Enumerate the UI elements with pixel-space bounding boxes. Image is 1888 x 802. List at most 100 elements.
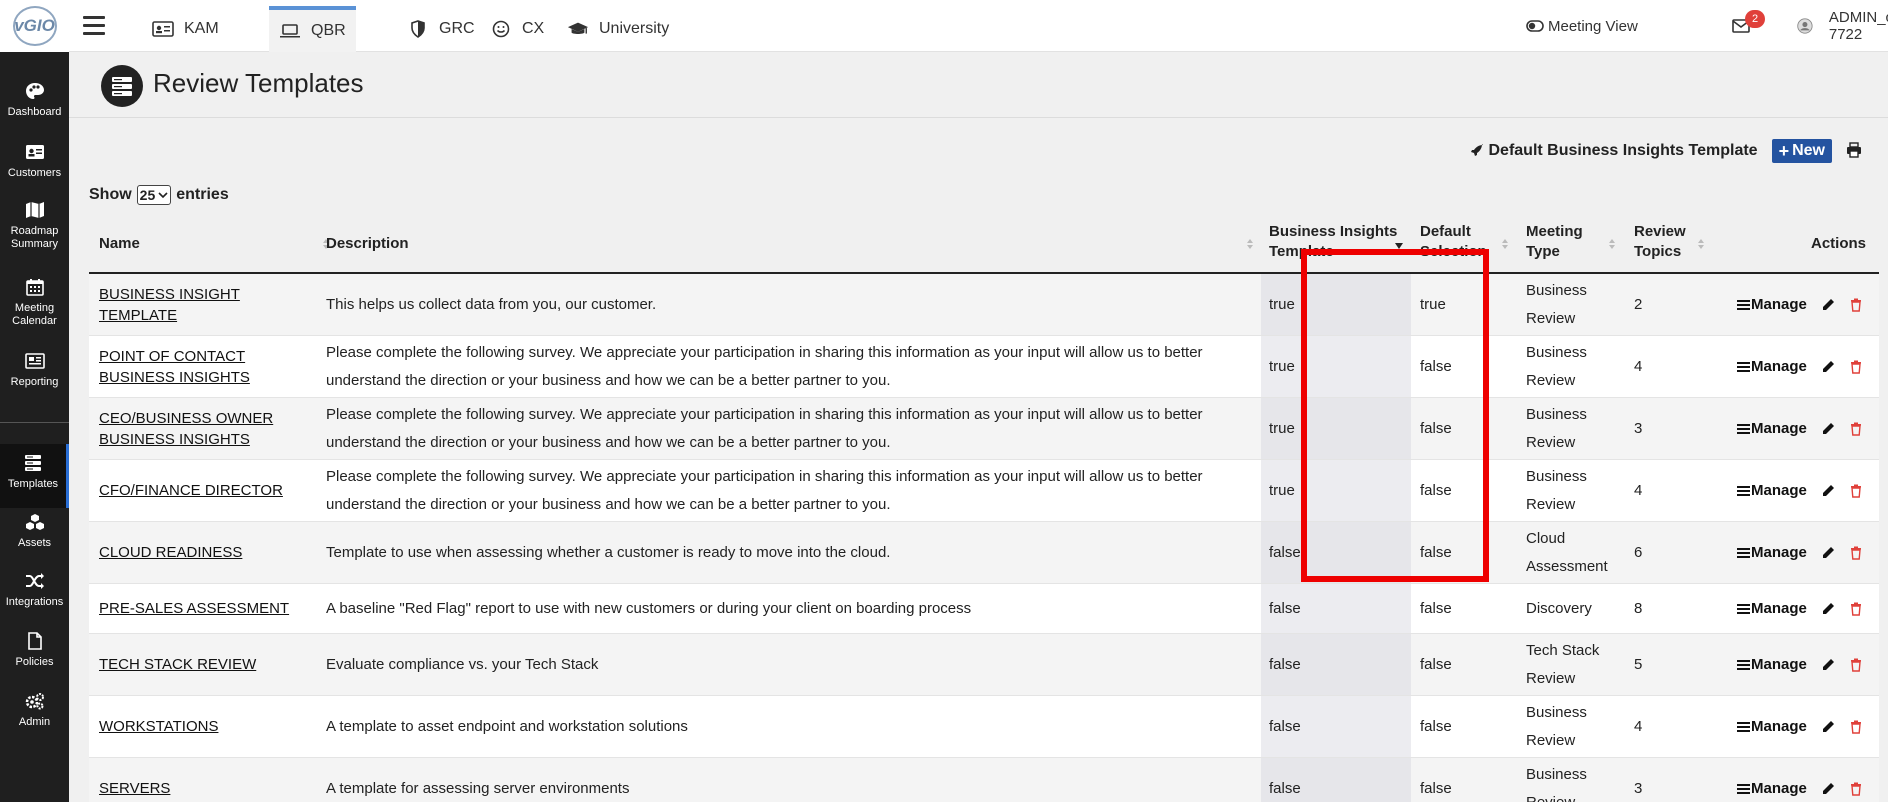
trash-icon[interactable] [1849,602,1863,616]
header-line: Selection [1420,243,1487,260]
new-template-button[interactable]: + New [1771,139,1832,163]
sidebar-item-admin[interactable]: Admin [0,692,69,729]
col-header-business-insights[interactable]: Business Insights Template [1269,222,1398,262]
pencil-icon[interactable] [1821,484,1835,498]
col-header-description[interactable]: Description [326,234,409,254]
pencil-icon[interactable] [1821,546,1835,560]
table-body: BUSINESS INSIGHT TEMPLATE This helps us c… [89,274,1879,802]
sort-desc-icon[interactable] [1395,238,1403,250]
cell-business-insights: true [1261,274,1411,335]
description-text: A baseline "Red Flag" report to use with… [326,599,972,617]
page-title: Review Templates [153,68,364,98]
template-name-link[interactable]: SERVERS [99,778,170,799]
table-row: POINT OF CONTACT BUSINESS INSIGHTS Please… [89,336,1879,398]
trash-icon[interactable] [1849,720,1863,734]
cell-name: CLOUD READINESS [99,522,309,583]
sidebar-item-integrations[interactable]: Integrations [0,572,69,609]
hamburger-menu-icon[interactable] [83,16,105,35]
user-menu[interactable]: ADMIN_cw 7722 [1797,0,1888,52]
template-name-link[interactable]: TECH STACK REVIEW [99,654,256,675]
cell-description: Please complete the following survey. We… [326,398,1226,459]
sidebar-item-customers[interactable]: Customers [0,143,69,180]
template-name-link[interactable]: POINT OF CONTACT BUSINESS INSIGHTS [99,346,309,388]
manage-button[interactable]: Manage [1737,477,1807,505]
trash-icon[interactable] [1849,658,1863,672]
sidebar-item-roadmap-summary[interactable]: Roadmap Summary [0,201,69,251]
manage-button[interactable]: Manage [1737,713,1807,741]
sidebar-item-reporting[interactable]: Reporting [0,352,69,389]
manage-button[interactable]: Manage [1737,595,1807,623]
default-template-link[interactable]: Default Business Insights Template [1470,142,1758,160]
sidebar-item-policies[interactable]: Policies [0,632,69,669]
manage-button[interactable]: Manage [1737,775,1807,802]
tab-cx[interactable]: CX [480,6,554,52]
trash-icon[interactable] [1849,546,1863,560]
pencil-icon[interactable] [1821,658,1835,672]
tab-grc[interactable]: GRC [397,6,485,52]
table-row: BUSINESS INSIGHT TEMPLATE This helps us c… [89,274,1879,336]
pencil-icon[interactable] [1821,602,1835,616]
manage-label: Manage [1751,357,1807,375]
table-row: SERVERS A template for assessing server e… [89,758,1879,802]
pencil-icon[interactable] [1821,720,1835,734]
cell-actions: Manage [1737,336,1877,397]
sort-icon[interactable] [1246,238,1254,250]
print-button[interactable] [1846,142,1864,160]
tab-university[interactable]: University [557,6,679,52]
manage-button[interactable]: Manage [1737,651,1807,679]
manage-button[interactable]: Manage [1737,353,1807,381]
manage-button[interactable]: Manage [1737,415,1807,443]
pencil-icon[interactable] [1821,360,1835,374]
manage-label: Manage [1751,717,1807,735]
cell-description: A template for assessing server environm… [326,758,1226,802]
template-name-link[interactable]: CEO/BUSINESS OWNER BUSINESS INSIGHTS [99,408,309,450]
template-name-link[interactable]: CLOUD READINESS [99,542,242,563]
manage-button[interactable]: Manage [1737,291,1807,319]
tab-qbr[interactable]: QBR [269,6,356,52]
pencil-icon[interactable] [1821,782,1835,796]
trash-icon[interactable] [1849,298,1863,312]
cell-actions: Manage [1737,584,1877,633]
meeting-view-toggle[interactable]: Meeting View [1526,0,1638,52]
sidebar-item-templates[interactable]: Templates [0,444,69,508]
cell-default-selection: false [1420,481,1452,499]
cell-review-topics: 8 [1634,599,1643,617]
sort-icon[interactable] [1608,238,1616,250]
bars-icon [1737,485,1750,496]
sidebar-item-dashboard[interactable]: Dashboard [0,82,69,119]
tab-kam[interactable]: KAM [142,6,229,52]
cell-actions: Manage [1737,460,1877,521]
templates-table: Name Description Business Insights Templ… [89,200,1879,802]
trash-icon[interactable] [1849,360,1863,374]
col-header-default-selection[interactable]: Default Selection [1420,222,1487,262]
cell-name: POINT OF CONTACT BUSINESS INSIGHTS [99,336,309,397]
sidebar-item-meeting-calendar[interactable]: Meeting Calendar [0,278,69,328]
description-text: Please complete the following survey. We… [326,467,1203,513]
sort-icon[interactable] [1501,238,1509,250]
app-logo[interactable]: vGIO [0,0,69,52]
pencil-icon[interactable] [1821,298,1835,312]
trash-icon[interactable] [1849,782,1863,796]
cell-name: PRE-SALES ASSESSMENT [99,584,309,633]
sort-icon[interactable] [1697,238,1705,250]
col-header-name[interactable]: Name [99,234,140,254]
sidebar-label: Reporting [10,376,59,388]
template-name-link[interactable]: BUSINESS INSIGHT TEMPLATE [99,284,309,326]
template-name-link[interactable]: PRE-SALES ASSESSMENT [99,598,289,619]
trash-icon[interactable] [1849,422,1863,436]
template-name-link[interactable]: CFO/FINANCE DIRECTOR [99,480,283,501]
cell-actions: Manage [1737,398,1877,459]
cell-default-selection: false [1420,599,1452,617]
col-header-review-topics[interactable]: Review Topics [1634,222,1686,262]
header-line: Review [1634,223,1686,240]
col-header-meeting-type[interactable]: Meeting Type [1526,222,1583,262]
template-name-link[interactable]: WORKSTATIONS [99,716,218,737]
cell-meeting-type: Cloud Assessment [1526,529,1608,575]
manage-label: Manage [1751,295,1807,313]
sidebar-item-assets[interactable]: Assets [0,513,69,550]
cell-description: A baseline "Red Flag" report to use with… [326,584,1226,633]
mail-button[interactable] [1732,0,1750,52]
pencil-icon[interactable] [1821,422,1835,436]
manage-button[interactable]: Manage [1737,539,1807,567]
trash-icon[interactable] [1849,484,1863,498]
